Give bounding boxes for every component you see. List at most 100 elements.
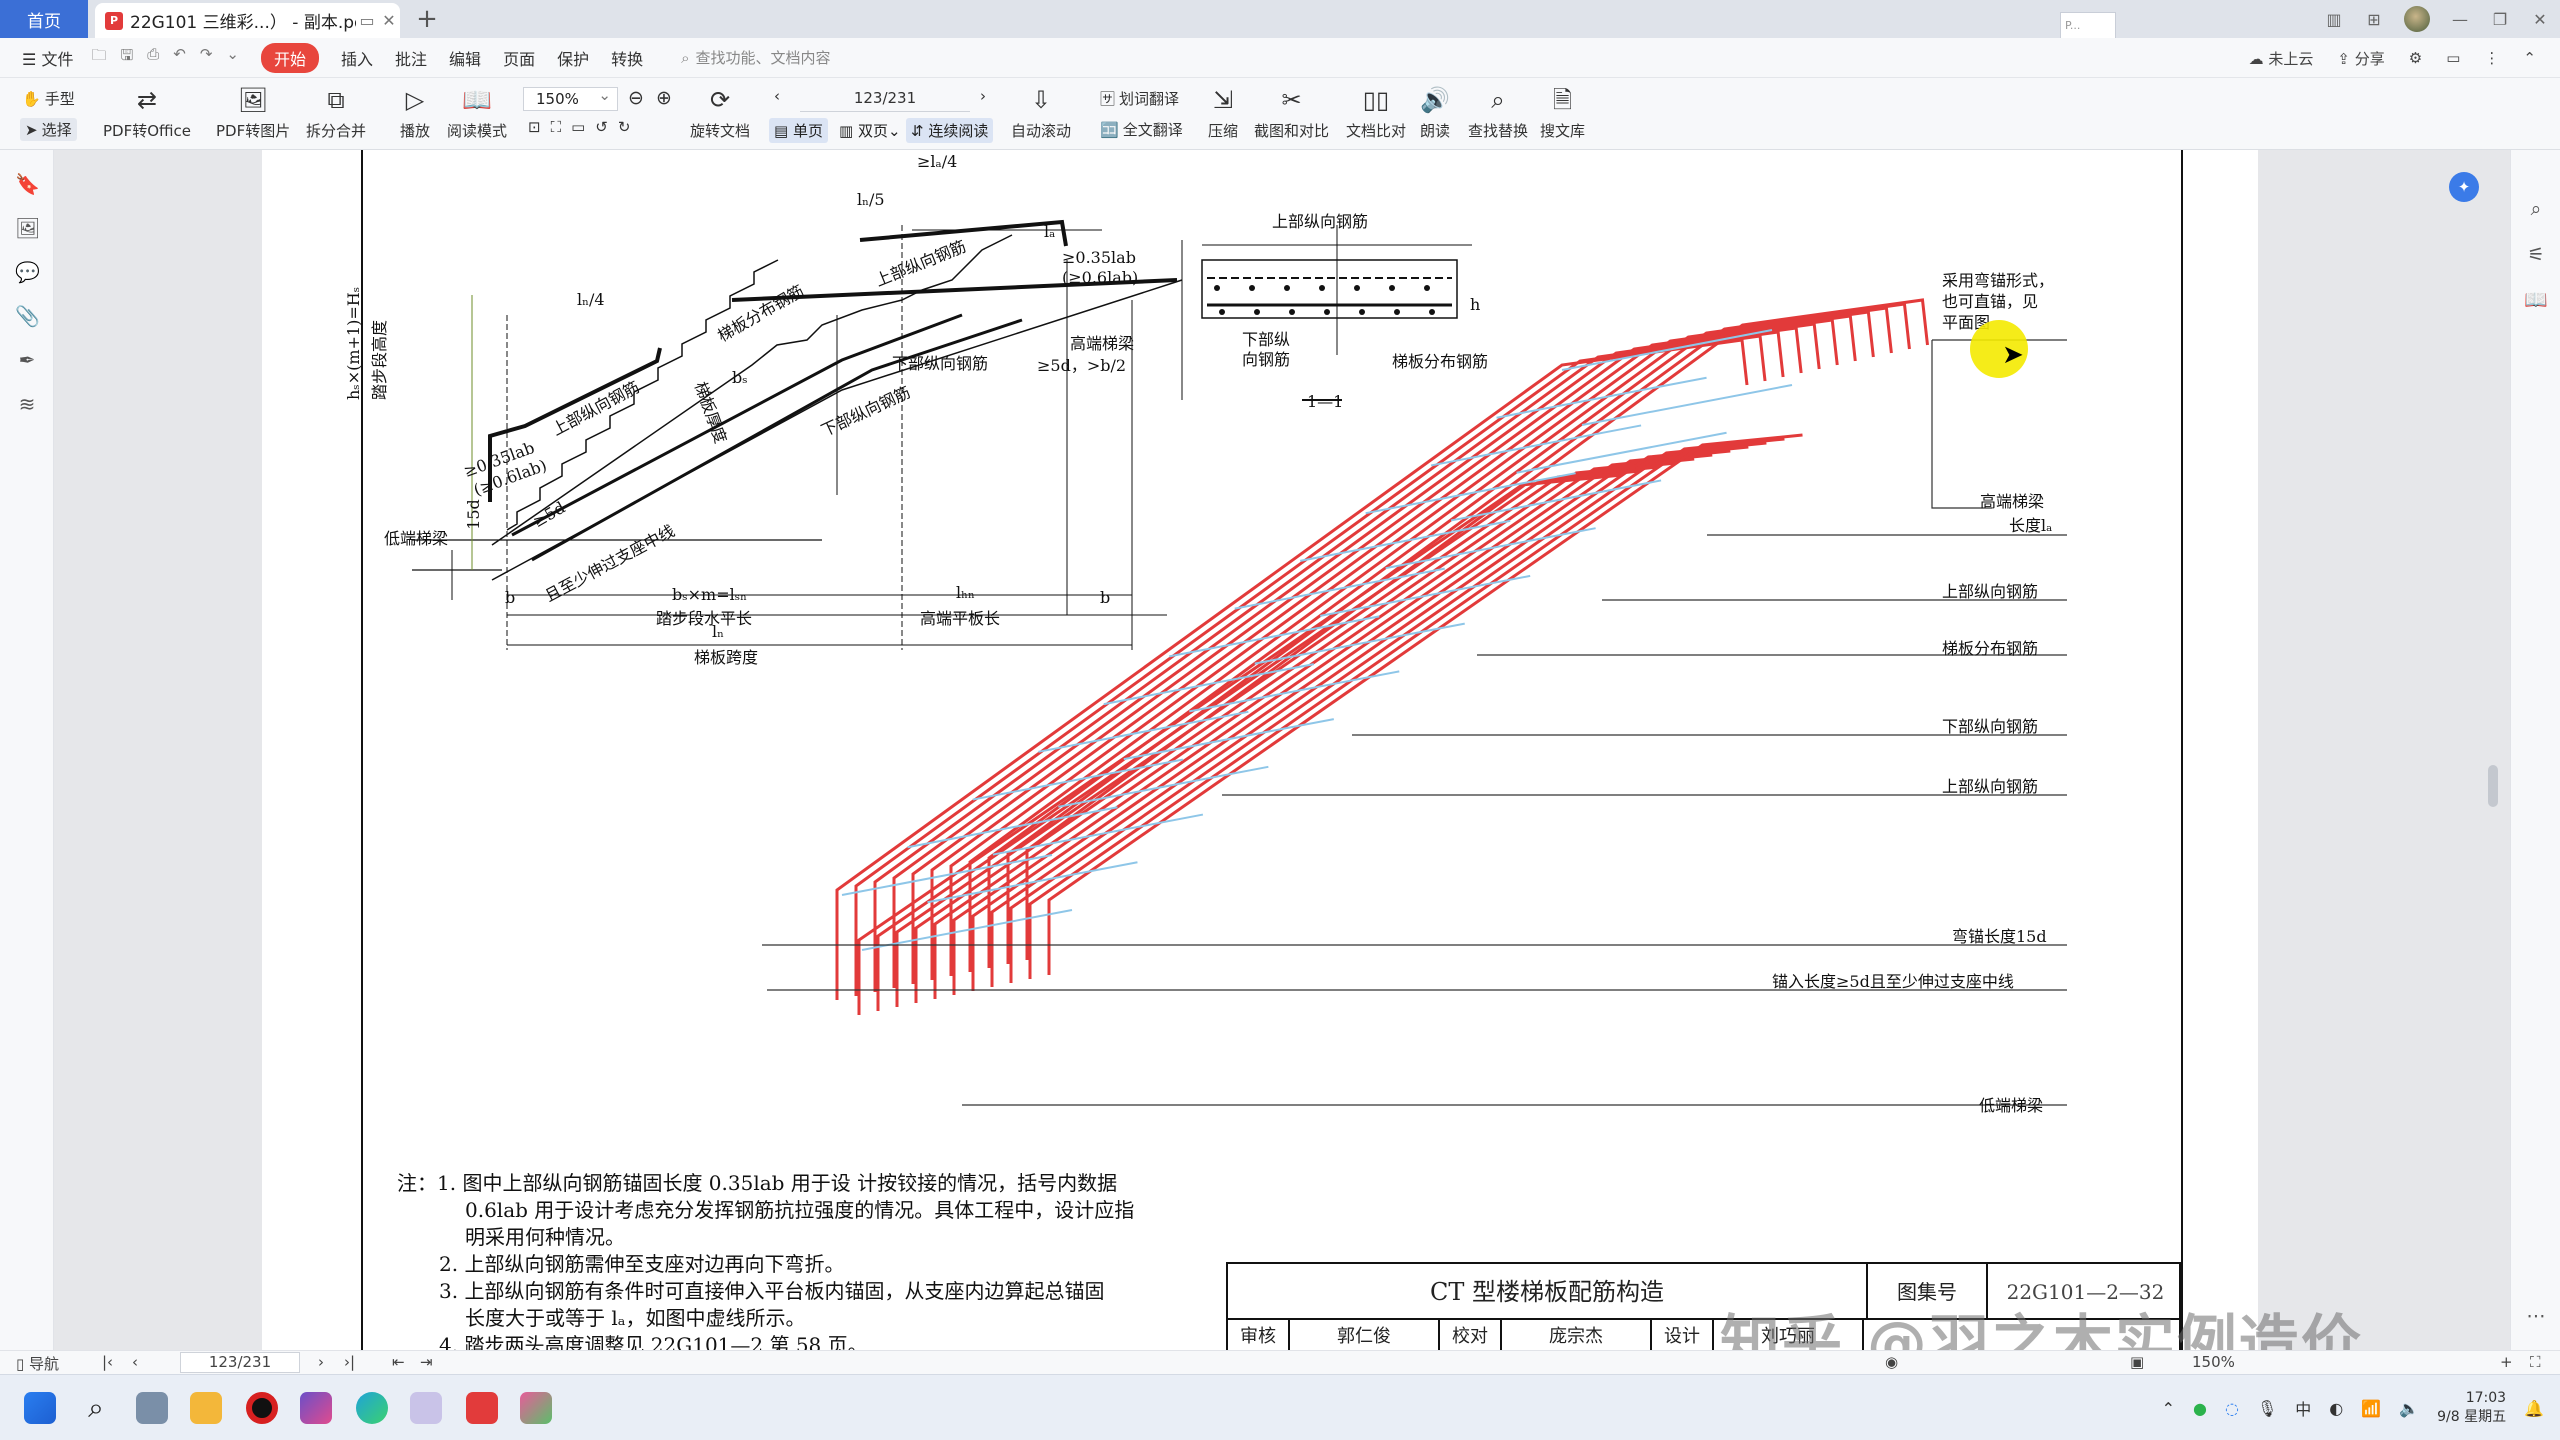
cloud-status[interactable]: ☁ 未上云	[2249, 48, 2314, 69]
search-library-button[interactable]: 🗎 搜文库	[1540, 84, 1585, 141]
wechat-icon[interactable]: ●	[2193, 1399, 2207, 1418]
pdf-to-image-button[interactable]: 🖼 PDF转图片	[216, 84, 290, 141]
fit-width-icon[interactable]: ▭	[571, 118, 585, 136]
word-translate-button[interactable]: 🈂 划词翻译	[1100, 88, 1179, 109]
nav-toggle[interactable]: ▯ 导航	[16, 1353, 59, 1374]
photos-app-icon[interactable]	[300, 1392, 332, 1424]
menu-page[interactable]: 页面	[503, 46, 535, 70]
status-page-input[interactable]: 123/231	[180, 1352, 300, 1373]
properties-icon[interactable]: ⚟	[2524, 244, 2548, 268]
record-app-icon[interactable]	[246, 1392, 278, 1424]
doc-compare-button[interactable]: ▯▯ 文档比对	[1346, 84, 1406, 141]
menu-protect[interactable]: 保护	[557, 46, 589, 70]
play-button[interactable]: ▷ 播放	[400, 84, 430, 141]
zoom-out-icon[interactable]: ⊖	[628, 87, 644, 109]
prev-page-icon[interactable]: ‹	[774, 87, 780, 105]
screenshot-compare-button[interactable]: ✂ 截图和对比	[1254, 84, 1329, 141]
rotate-doc-button[interactable]: ⟳ 旋转文档	[690, 84, 750, 141]
tab-window-icon[interactable]: ▭	[356, 11, 378, 30]
menu-edit[interactable]: 编辑	[449, 46, 481, 70]
double-page-button[interactable]: ▥ 双页⌄	[834, 118, 906, 143]
fit-page-icon[interactable]: ⛶	[551, 118, 562, 136]
dropdown-icon[interactable]: ⌄	[226, 45, 239, 70]
continuous-read-button[interactable]: ⇵ 连续阅读	[906, 118, 994, 143]
files-app-icon[interactable]	[136, 1392, 168, 1424]
close-window-icon[interactable]: ✕	[2520, 10, 2560, 29]
pdf-to-office-button[interactable]: ⇄ PDF转Office	[103, 84, 191, 141]
tab-close-icon[interactable]: ✕	[378, 11, 400, 30]
minimize-icon[interactable]: —	[2440, 10, 2480, 29]
reader-layout-icon[interactable]: ▥	[2314, 10, 2354, 29]
wps-office-icon[interactable]	[466, 1392, 498, 1424]
zoom-plus-icon[interactable]: +	[2500, 1353, 2513, 1371]
document-viewport[interactable]: ≥lₐ/4 lₙ/5 lₙ/4 lₐ 上部纵向钢筋 梯板分布钢筋 ≥0.35la…	[54, 150, 2510, 1350]
eye-icon[interactable]: ◉	[1885, 1353, 1898, 1371]
new-tab-button[interactable]: +	[412, 4, 442, 34]
more-icon[interactable]: ⋮	[2484, 49, 2499, 67]
read-mode-button[interactable]: 📖 阅读模式	[447, 84, 507, 141]
wifi-icon[interactable]: 📶	[2361, 1399, 2381, 1418]
wps-pdf-icon[interactable]	[520, 1392, 552, 1424]
view-mode-icon[interactable]: ▣	[2130, 1353, 2144, 1371]
menu-start[interactable]: 开始	[261, 42, 320, 73]
network-app-icon[interactable]: ◌	[2225, 1399, 2239, 1418]
avatar[interactable]	[2404, 6, 2430, 32]
notification-icon[interactable]: 🔔	[2524, 1399, 2544, 1418]
more-options-icon[interactable]: ⋯	[2524, 1305, 2548, 1329]
select-tool[interactable]: ➤ 选择	[20, 118, 77, 141]
signature-icon[interactable]: ✒	[15, 348, 39, 372]
forward-icon[interactable]: ⇥	[420, 1353, 433, 1371]
volume-icon[interactable]: 🔈	[2399, 1399, 2419, 1418]
zoom-select[interactable]: 150%	[523, 84, 618, 111]
edge-browser-icon[interactable]	[356, 1392, 388, 1424]
restore-icon[interactable]: ❐	[2480, 10, 2520, 29]
clock[interactable]: 17:03 9/8 星期五	[2437, 1389, 2506, 1427]
windows-start-icon[interactable]	[24, 1392, 56, 1424]
hand-tool[interactable]: ✋ 手型	[22, 88, 75, 109]
message-icon[interactable]: ▭	[2446, 49, 2460, 67]
command-search[interactable]: ⌕ 查找功能、文档内容	[681, 47, 830, 68]
find-replace-button[interactable]: ⌕ 查找替换	[1468, 84, 1528, 141]
status-zoom[interactable]: 150%	[2192, 1353, 2235, 1371]
fullscreen-icon[interactable]: ⛶	[2530, 1353, 2541, 1371]
settings-icon[interactable]: ⚙	[2409, 49, 2422, 67]
page-number-input[interactable]: 123/231	[800, 84, 970, 112]
single-page-button[interactable]: ▤ 单页	[769, 118, 828, 143]
thumbnail-icon[interactable]: 🖼	[15, 216, 40, 240]
next-page-status-icon[interactable]: ›	[318, 1353, 324, 1371]
redo-icon[interactable]: ↷	[200, 45, 213, 70]
last-page-icon[interactable]: ›|	[344, 1353, 355, 1371]
actual-size-icon[interactable]: ⊡	[528, 118, 541, 136]
print-icon[interactable]: ⎙	[147, 45, 159, 70]
read-aloud-button[interactable]: 🔊 朗读	[1420, 84, 1450, 141]
layers-icon[interactable]: ≋	[15, 392, 39, 416]
attachment-icon[interactable]: 📎	[15, 304, 40, 328]
menu-insert[interactable]: 插入	[341, 46, 373, 70]
ai-assistant-icon[interactable]: ✦	[2449, 172, 2479, 202]
grid-apps-icon[interactable]: ⊞	[2354, 10, 2394, 29]
menu-file[interactable]: ☰ 文件	[22, 46, 73, 70]
full-translate-button[interactable]: 🈁 全文翻译	[1100, 119, 1183, 140]
app-icon-purple[interactable]	[410, 1392, 442, 1424]
prev-page-status-icon[interactable]: ‹	[132, 1353, 138, 1371]
search-taskbar-icon[interactable]: ⌕	[80, 1392, 112, 1424]
zoom-in-icon[interactable]: ⊕	[656, 87, 672, 109]
comment-icon[interactable]: 💬	[15, 260, 40, 284]
back-icon[interactable]: ⇤	[392, 1353, 405, 1371]
first-page-icon[interactable]: |‹	[102, 1353, 113, 1371]
tab-document[interactable]: P 22G101 三维彩...） - 副本.pdf ▭ ✕	[95, 3, 400, 38]
open-folder-icon[interactable]: 🗀	[91, 45, 106, 70]
save-icon[interactable]: 🖫	[120, 45, 133, 70]
ime-mode-icon[interactable]: ◐	[2329, 1399, 2343, 1418]
split-merge-button[interactable]: ⧉ 拆分合并	[306, 84, 366, 141]
auto-scroll-button[interactable]: ⇩ 自动滚动	[1011, 84, 1071, 141]
search-doc-icon[interactable]: ⌕	[2524, 198, 2548, 222]
microphone-icon[interactable]: 🎙	[2257, 1399, 2277, 1418]
rotate-left-icon[interactable]: ↺	[595, 118, 608, 136]
compress-button[interactable]: ⇲ 压缩	[1208, 84, 1238, 141]
reading-icon[interactable]: 📖	[2524, 288, 2548, 312]
bookmark-icon[interactable]: 🔖	[15, 172, 40, 196]
share-button[interactable]: ⇪ 分享	[2337, 48, 2384, 69]
undo-icon[interactable]: ↶	[173, 45, 186, 70]
menu-annotate[interactable]: 批注	[395, 46, 427, 70]
